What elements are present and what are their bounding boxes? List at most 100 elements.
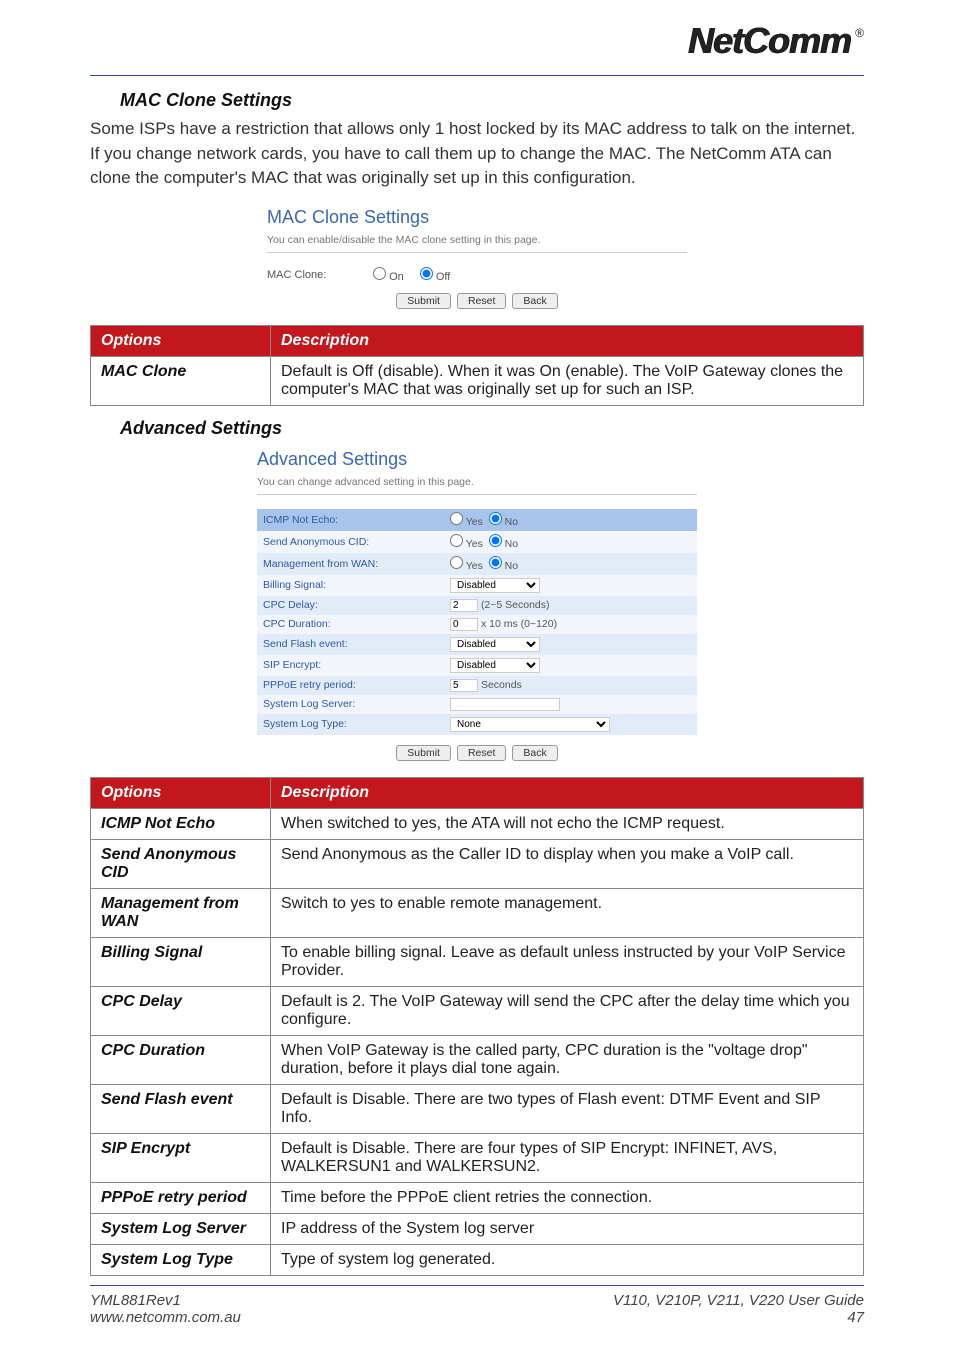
yes-label: Yes [466,538,483,550]
off-label: Off [436,271,450,283]
mac-clone-row: MAC Clone: On Off [267,267,687,283]
submit-button[interactable]: Submit [396,293,451,309]
table-row: CPC DurationWhen VoIP Gateway is the cal… [91,1035,864,1084]
sip-label: SIP Encrypt: [257,655,444,676]
mac-panel-sub: You can enable/disable the MAC clone set… [267,234,687,246]
submit-button[interactable]: Submit [396,745,451,761]
panel-rule [267,252,687,253]
footer-left: YML881Rev1 www.netcomm.com.au [90,1292,241,1326]
desc-cell: Default is 2. The VoIP Gateway will send… [271,986,864,1035]
mac-button-bar: Submit Reset Back [267,293,687,309]
footer-right: V110, V210P, V211, V220 User Guide 47 [613,1292,864,1326]
desc-cell: Default is Disable. There are four types… [271,1133,864,1182]
back-button[interactable]: Back [512,745,557,761]
desc-cell: To enable billing signal. Leave as defau… [271,937,864,986]
advanced-section-heading: Advanced Settings [120,418,864,439]
no-label: No [505,560,518,572]
desc-cell: When switched to yes, the ATA will not e… [271,808,864,839]
adv-settings-table: ICMP Not Echo: Yes No Send Anonymous CID… [257,509,697,735]
mac-clone-label: MAC Clone: [267,269,357,281]
cid-yes[interactable]: Yes [450,538,483,550]
icmp-label: ICMP Not Echo: [257,509,444,531]
slog-label: System Log Server: [257,695,444,714]
cpcd-unit: (2~5 Seconds) [481,599,550,611]
opt-cell: CPC Delay [91,986,271,1035]
adv-panel-sub: You can change advanced setting in this … [257,476,697,488]
opt-cell: Send Anonymous CID [91,839,271,888]
mac-clone-panel: MAC Clone Settings You can enable/disabl… [267,207,687,309]
cpcdr-unit: x 10 ms (0~120) [481,618,557,630]
opt-cell: PPPoE retry period [91,1182,271,1213]
table-header-description: Description [271,325,864,356]
opt-cell: MAC Clone [91,356,271,405]
cid-no[interactable]: No [489,538,518,550]
back-button[interactable]: Back [512,293,557,309]
mac-section-body: Some ISPs have a restriction that allows… [90,117,864,191]
reset-button[interactable]: Reset [457,293,506,309]
bill-label: Billing Signal: [257,575,444,596]
table-row: CPC DelayDefault is 2. The VoIP Gateway … [91,986,864,1035]
desc-cell: Default is Disable. There are two types … [271,1084,864,1133]
cid-label: Send Anonymous CID: [257,531,444,553]
panel-rule [257,494,697,495]
opt-cell: ICMP Not Echo [91,808,271,839]
icmp-no[interactable]: No [489,516,518,528]
yes-label: Yes [466,516,483,528]
table-row: Management from WANSwitch to yes to enab… [91,888,864,937]
opt-cell: SIP Encrypt [91,1133,271,1182]
mac-section-heading: MAC Clone Settings [120,90,864,111]
slog-input[interactable] [450,698,560,711]
on-label: On [389,271,404,283]
opt-cell: System Log Type [91,1244,271,1275]
table-row: SIP EncryptDefault is Disable. There are… [91,1133,864,1182]
bill-select[interactable]: Disabled [450,578,540,593]
opt-cell: Send Flash event [91,1084,271,1133]
mwan-yes[interactable]: Yes [450,560,483,572]
table-row: MAC Clone Default is Off (disable). When… [91,356,864,405]
page-footer: YML881Rev1 www.netcomm.com.au V110, V210… [90,1285,864,1326]
advanced-desc-table: Options Description ICMP Not EchoWhen sw… [90,777,864,1276]
cpcd-label: CPC Delay: [257,596,444,615]
flash-select[interactable]: Disabled [450,637,540,652]
cpcdr-input[interactable] [450,618,478,631]
advanced-panel: Advanced Settings You can change advance… [257,449,697,761]
mwan-val: Yes No [444,553,697,575]
table-header-options: Options [91,325,271,356]
pppoe-input[interactable] [450,679,478,692]
logo-text: NetComm [688,20,851,62]
icmp-yes[interactable]: Yes [450,516,483,528]
desc-cell: IP address of the System log server [271,1213,864,1244]
no-label: No [505,538,518,550]
table-row: PPPoE retry periodTime before the PPPoE … [91,1182,864,1213]
mac-clone-off[interactable]: Off [420,267,451,283]
slogt-label: System Log Type: [257,714,444,735]
mac-clone-desc-table: Options Description MAC Clone Default is… [90,325,864,406]
opt-cell: System Log Server [91,1213,271,1244]
reset-button[interactable]: Reset [457,745,506,761]
cpcd-input[interactable] [450,599,478,612]
table-header-options: Options [91,777,271,808]
registered-icon: ® [855,26,864,40]
cid-val: Yes No [444,531,697,553]
slogt-select[interactable]: None [450,717,610,732]
top-rule [90,75,864,76]
table-row: Send Anonymous CIDSend Anonymous as the … [91,839,864,888]
icmp-val: Yes No [444,509,697,531]
footer-url: www.netcomm.com.au [90,1309,241,1326]
mac-panel-title: MAC Clone Settings [267,207,687,228]
sip-select[interactable]: Disabled [450,658,540,673]
mac-clone-on[interactable]: On [373,267,404,283]
table-header-description: Description [271,777,864,808]
pppoe-unit: Seconds [481,679,522,691]
desc-cell: When VoIP Gateway is the called party, C… [271,1035,864,1084]
table-row: Send Flash eventDefault is Disable. Ther… [91,1084,864,1133]
mwan-no[interactable]: No [489,560,518,572]
desc-cell: Time before the PPPoE client retries the… [271,1182,864,1213]
opt-cell: CPC Duration [91,1035,271,1084]
pppoe-label: PPPoE retry period: [257,676,444,695]
table-row: Billing SignalTo enable billing signal. … [91,937,864,986]
opt-cell: Billing Signal [91,937,271,986]
cpcdr-label: CPC Duration: [257,615,444,634]
desc-cell: Switch to yes to enable remote managemen… [271,888,864,937]
desc-cell: Type of system log generated. [271,1244,864,1275]
